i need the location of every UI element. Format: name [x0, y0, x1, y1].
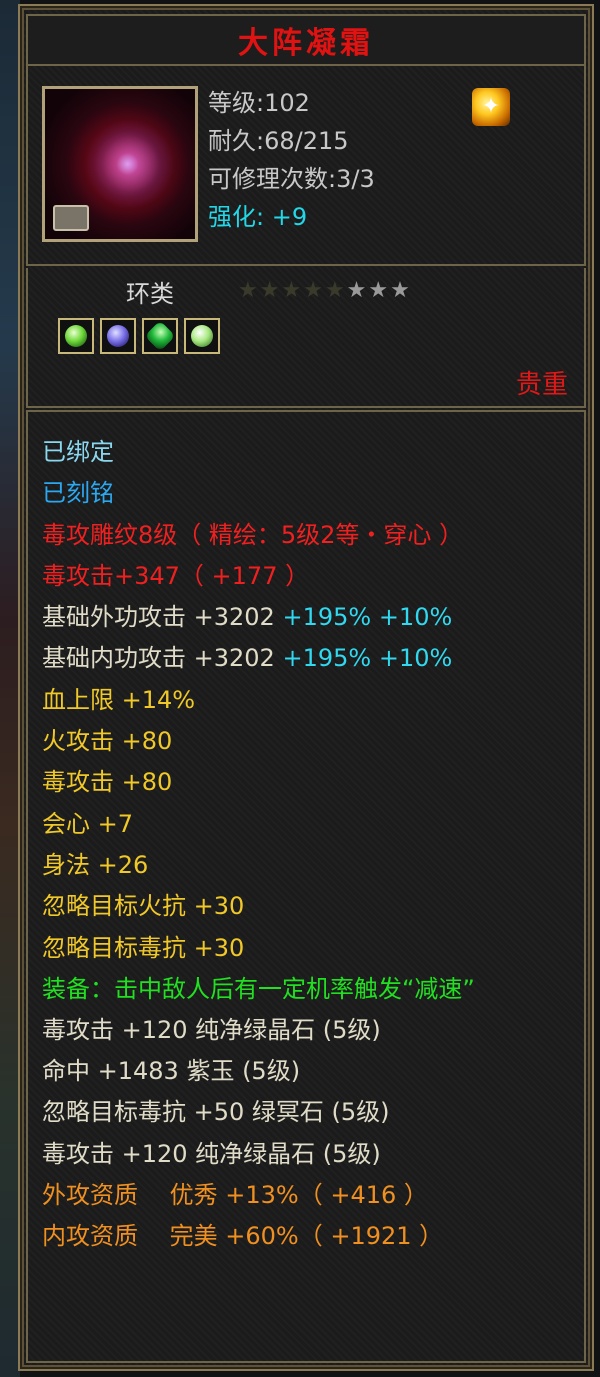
internal-quality: 内攻资质 完美 +60%（ +1921 ）: [42, 1222, 444, 1251]
hp-limit: 血上限 +14%: [42, 685, 196, 714]
star-icon: ★: [390, 278, 412, 303]
carve-pattern: 毒攻雕纹8级（ 精绘：5级2等・穿心 ）: [42, 520, 464, 549]
item-durability: 耐久:68/215: [208, 127, 349, 155]
star-icon: ★: [346, 278, 369, 303]
item-header: 等级:102 耐久:68/215 可修理次数:3/3 强化: +9 ✦: [26, 66, 586, 266]
gem-bonus-2: 命中 +1483 紫玉 (5级): [42, 1057, 301, 1086]
bind-badge-icon: [53, 205, 89, 231]
base-internal-pct2: +10%: [378, 644, 453, 673]
ignore-fire-resist: 忽略目标火抗 +30: [42, 892, 245, 921]
star-icon: ★: [368, 278, 391, 303]
item-repair-count: 可修理次数:3/3: [208, 165, 375, 193]
agility: 身法 +26: [42, 850, 149, 879]
star-icon: ★: [281, 278, 304, 303]
base-external-pct2: +10%: [378, 603, 453, 632]
item-category: 环类: [126, 280, 174, 308]
gem-sockets: [58, 318, 220, 354]
item-icon-glow: [85, 119, 175, 209]
gem-bonus-1: 毒攻击 +120 纯净绿晶石 (5级): [42, 1015, 381, 1044]
gem-bonus-4: 毒攻击 +120 纯净绿晶石 (5级): [42, 1139, 381, 1168]
poison-attack: 毒攻击 +80: [42, 768, 173, 797]
equip-effect: 装备：击中敌人后有一定机率触发“减速”: [42, 974, 475, 1003]
item-properties: 已绑定 已刻铭 毒攻雕纹8级（ 精绘：5级2等・穿心 ） 毒攻击+347（ +1…: [26, 410, 586, 1363]
base-external-label: 基础外功攻击 +3202: [42, 603, 275, 632]
ignore-poison-resist: 忽略目标毒抗 +30: [42, 933, 245, 962]
base-internal-attack: 基础内功攻击 +3202 +195% +10%: [42, 638, 584, 679]
item-rarity: 贵重: [515, 370, 568, 400]
engrave-status: 已刻铭: [42, 479, 114, 508]
title-bar: 大阵凝霜: [26, 14, 586, 66]
crit: 会心 +7: [42, 809, 134, 838]
enhance-label: 强化:: [208, 203, 265, 231]
base-internal-pct1: +195%: [282, 644, 372, 673]
item-icon[interactable]: [42, 86, 198, 242]
gold-star-icon: ✦: [472, 88, 510, 126]
item-stats: 等级:102 耐久:68/215 可修理次数:3/3 强化: +9: [208, 84, 375, 236]
item-enhance: 强化: +9: [208, 198, 375, 236]
star-icon: ★: [238, 278, 260, 303]
item-level: 等级:102: [208, 89, 310, 117]
base-external-pct1: +195%: [282, 603, 372, 632]
bound-status: 已绑定: [42, 438, 114, 466]
item-tooltip: 大阵凝霜 等级:102 耐久:68/215 可修理次数:3/3 强化: +9 ✦…: [18, 4, 594, 1371]
item-socket-section: 环类 ★★★★★★★★ 贵重: [26, 268, 586, 408]
star-icon: ★: [324, 278, 347, 303]
green-gem-icon[interactable]: [58, 318, 94, 354]
star-icon: ★: [259, 278, 282, 303]
base-external-attack: 基础外功攻击 +3202 +195% +10%: [42, 597, 584, 638]
background-scene: [0, 0, 20, 1377]
fire-attack: 火攻击 +80: [42, 727, 173, 756]
poison-attack-total: 毒攻击+347（ +177 ）: [42, 561, 310, 590]
emerald-gem-icon[interactable]: [142, 318, 178, 354]
green-gem-icon[interactable]: [184, 318, 220, 354]
item-name: 大阵凝霜: [238, 26, 374, 61]
external-quality: 外攻资质 优秀 +13%（ +416 ）: [42, 1181, 428, 1210]
star-rating: ★★★★★★★★: [238, 278, 412, 303]
enhance-value: +9: [271, 203, 308, 231]
star-icon: ★: [303, 278, 325, 303]
base-internal-label: 基础内功攻击 +3202: [42, 644, 275, 673]
purple-gem-icon[interactable]: [100, 318, 136, 354]
gem-bonus-3: 忽略目标毒抗 +50 绿冥石 (5级): [42, 1098, 390, 1127]
